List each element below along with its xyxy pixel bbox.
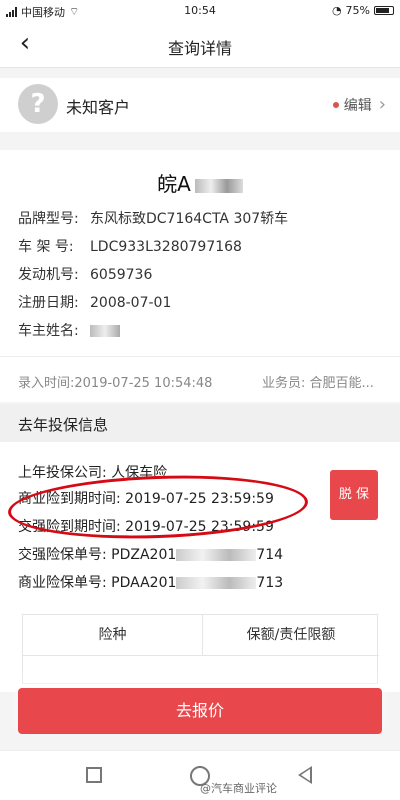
salesperson: 业务员: 合肥百能...: [262, 376, 374, 391]
entry-time: 录入时间:2019-07-25 10:54:48: [18, 376, 213, 391]
field-brand: 品牌型号: 东风标致DC7164CTA 307轿车: [18, 211, 289, 227]
license-plate: 皖A: [0, 168, 400, 197]
chevron-right-icon: ›: [378, 94, 386, 115]
page-title: 查询详情: [167, 39, 232, 58]
battery-percent: 75%: [345, 4, 370, 17]
coverage-table: 险种 保额/责任限额: [22, 614, 379, 684]
field-engine: 发动机号: 6059736: [18, 267, 153, 283]
watermark: @汽车商业评论: [200, 782, 277, 795]
commercial-policy-no: 商业险保单号: PDAA201 713: [18, 575, 284, 591]
field-vin: 车 架 号: LDC933L3280797168: [18, 239, 242, 255]
customer-name: 未知客户: [66, 98, 131, 117]
unprotected-badge[interactable]: 脱 保: [330, 470, 378, 520]
plate-visible-text: 皖A: [157, 172, 191, 196]
quote-button[interactable]: 去报价: [18, 688, 382, 734]
policy-blur: [176, 577, 257, 589]
table-header-type: 险种: [23, 615, 203, 655]
plate-blur: [194, 178, 243, 193]
battery-icon: [374, 6, 394, 15]
insurance-card: 上年投保公司: 人保车险 商业险到期时间: 2019-07-25 23:59:5…: [0, 442, 400, 692]
vehicle-card: 皖A 品牌型号: 东风标致DC7164CTA 307轿车 车 架 号: LDC933…: [0, 150, 400, 402]
recent-apps-icon[interactable]: [86, 767, 102, 783]
back-triangle-icon[interactable]: [298, 766, 312, 784]
section-title: 去年投保信息: [18, 416, 109, 434]
policy-blur: [176, 549, 257, 561]
section-header: 去年投保信息: [0, 404, 400, 442]
table-header-amount: 保额/责任限额: [246, 627, 336, 643]
question-mark-icon: ?: [18, 84, 58, 124]
customer-row[interactable]: ? 未知客户 编辑 ›: [0, 78, 400, 132]
table-divider: [23, 655, 379, 656]
red-dot-icon: [332, 101, 339, 108]
owner-blur: [90, 325, 120, 337]
edit-label: 编辑: [343, 97, 372, 114]
compulsory-policy-no: 交强险保单号: PDZA201 714: [18, 547, 284, 563]
nav-bar: ‹ 查询详情: [0, 22, 400, 68]
status-bar: 中国移动 ⌔ 10:54 ◔ 75%: [0, 0, 400, 22]
alarm-icon: ◔: [331, 4, 342, 17]
edit-button[interactable]: 编辑 ›: [332, 94, 386, 115]
field-owner: 车主姓名:: [18, 320, 120, 340]
divider: [0, 356, 400, 357]
field-register-date: 注册日期: 2008-07-01: [18, 295, 172, 311]
